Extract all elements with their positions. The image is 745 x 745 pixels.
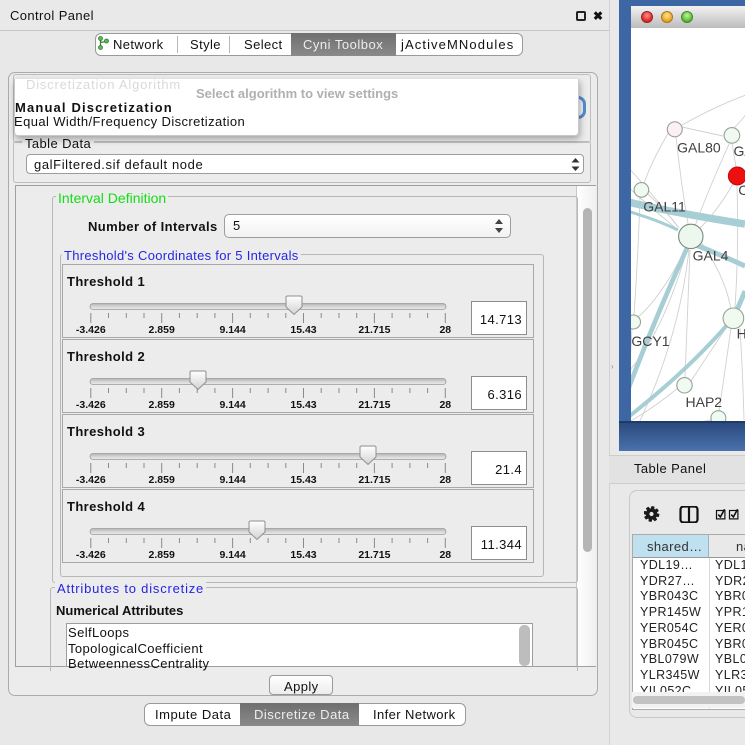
svg-text:GAL4: GAL4 (693, 248, 729, 264)
svg-text:GA: GA (734, 143, 745, 159)
svg-text:GAL11: GAL11 (643, 198, 686, 214)
svg-text:GCY1: GCY1 (631, 333, 669, 349)
svg-text:HA: HA (737, 326, 745, 342)
svg-text:C: C (738, 182, 745, 198)
svg-text:GAL80: GAL80 (677, 140, 721, 156)
svg-text:HAP2: HAP2 (686, 394, 723, 410)
